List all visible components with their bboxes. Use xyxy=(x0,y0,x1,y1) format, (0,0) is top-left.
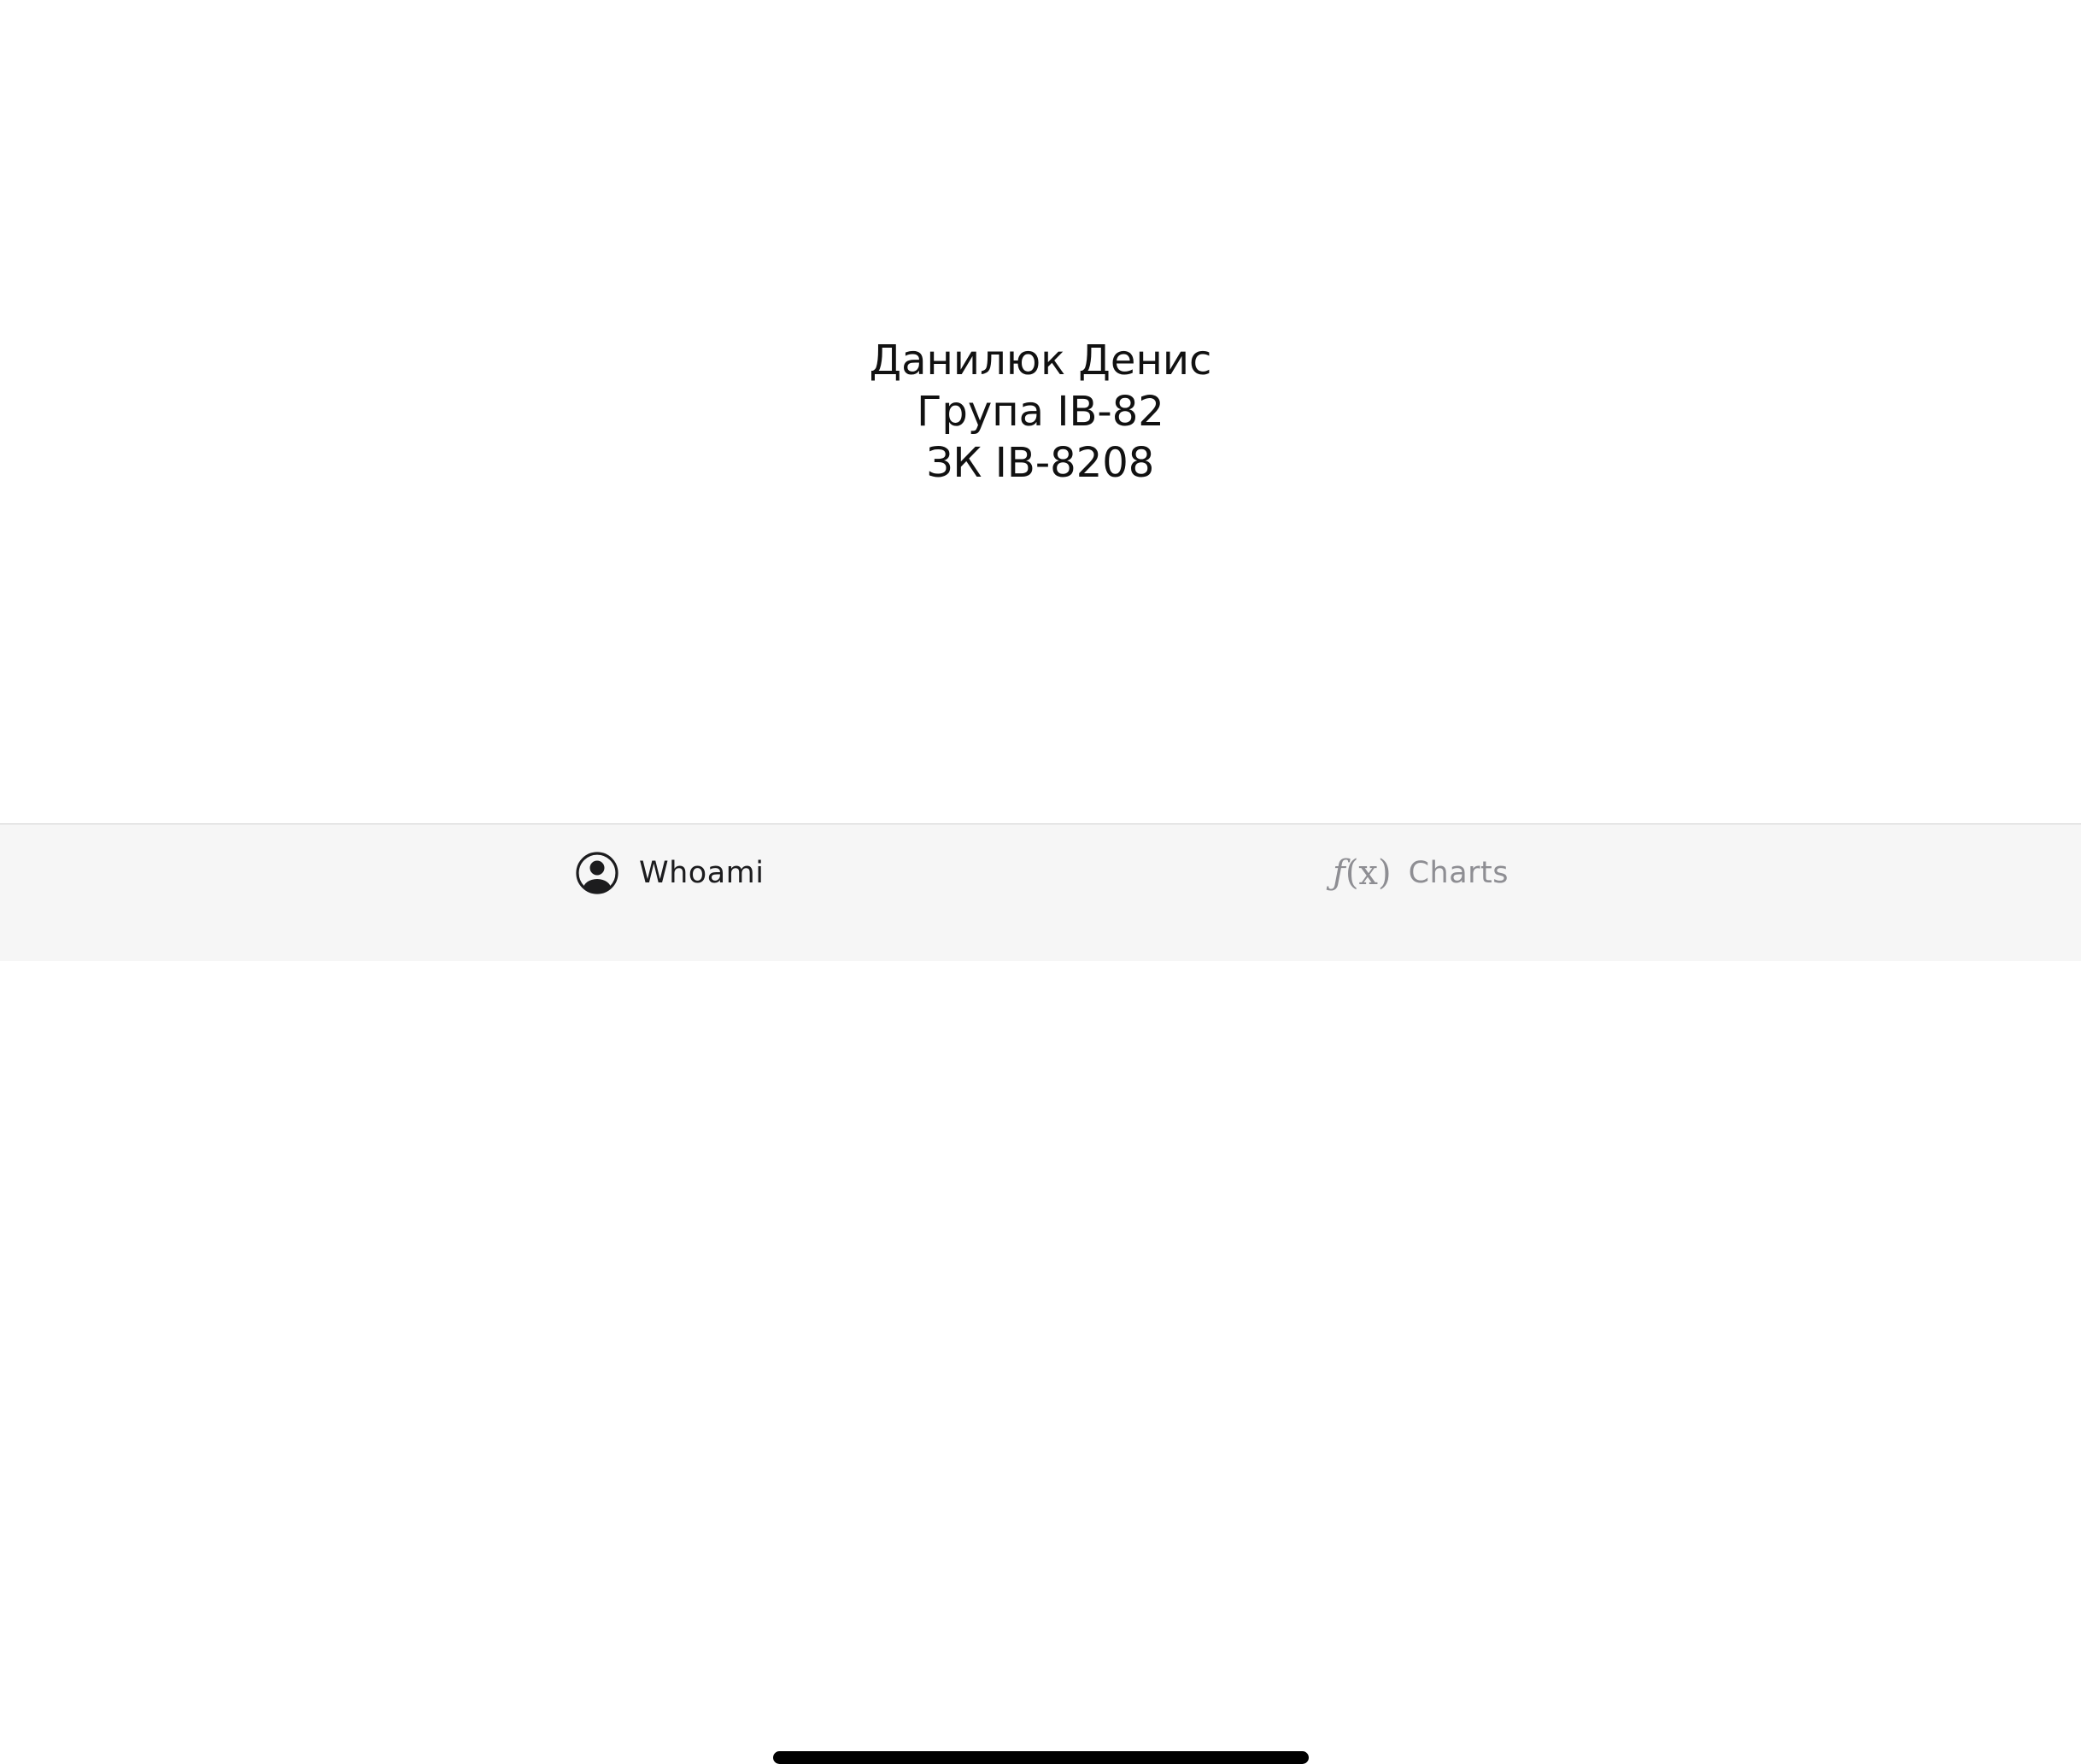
tab-charts[interactable]: ƒ (x) Charts xyxy=(1333,848,1509,898)
profile-group: Група ІВ-82 xyxy=(917,388,1164,436)
profile-info: Данилюк Денис Група ІВ-82 ЗК ІВ-8208 xyxy=(870,335,1212,489)
person-circle-icon xyxy=(574,850,620,896)
whoami-content: Данилюк Денис Група ІВ-82 ЗК ІВ-8208 xyxy=(0,0,2081,823)
tab-whoami[interactable]: Whoami xyxy=(574,848,764,898)
tab-whoami-label: Whoami xyxy=(639,856,765,890)
profile-name: Данилюк Денис xyxy=(869,337,1212,384)
profile-record: ЗК ІВ-8208 xyxy=(926,439,1155,487)
home-indicator[interactable] xyxy=(773,1751,1309,1764)
app-screen: Данилюк Денис Група ІВ-82 ЗК ІВ-8208 Who… xyxy=(0,0,2081,1764)
function-fx-icon: ƒ (x) xyxy=(1333,853,1392,893)
tab-charts-label: Charts xyxy=(1408,856,1509,890)
tab-bar: Whoami ƒ (x) Charts xyxy=(0,823,2081,1764)
